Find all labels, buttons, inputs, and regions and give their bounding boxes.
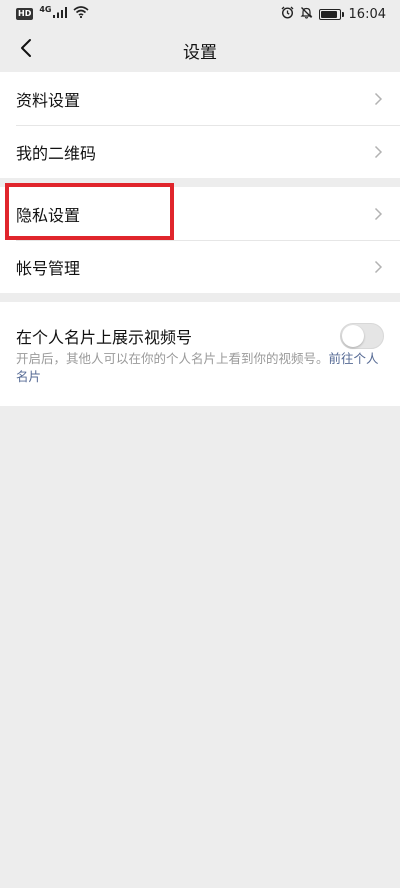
wifi-icon	[73, 6, 90, 22]
battery-icon	[318, 8, 344, 20]
page-title: 设置	[183, 42, 217, 63]
video-channel-label: 在个人名片上展示视频号	[16, 328, 193, 347]
settings-group-profile: 资料设置 我的二维码	[0, 72, 400, 178]
account-management-item[interactable]: 帐号管理	[0, 240, 400, 293]
back-chevron-icon	[20, 38, 32, 62]
alarm-icon	[281, 6, 294, 23]
chevron-right-icon	[374, 206, 384, 222]
hd-badge: HD	[16, 8, 34, 20]
video-channel-toggle[interactable]	[340, 323, 384, 349]
signal-icon	[53, 6, 68, 22]
profile-settings-item[interactable]: 资料设置	[0, 72, 400, 125]
status-time: 16:04	[348, 6, 386, 22]
video-channel-description: 开启后，其他人可以在你的个人名片上看到你的视频号。前往个人名片	[0, 350, 400, 386]
battery-level	[320, 10, 337, 18]
account-management-label: 帐号管理	[16, 258, 81, 278]
status-right: 16:04	[281, 6, 386, 23]
video-channel-group: 在个人名片上展示视频号 开启后，其他人可以在你的个人名片上看到你的视频号。前往个…	[0, 302, 400, 406]
back-button[interactable]	[10, 34, 42, 66]
chevron-right-icon	[374, 144, 384, 160]
mute-icon	[300, 6, 313, 23]
profile-settings-label: 资料设置	[16, 90, 81, 110]
chevron-right-icon	[374, 259, 384, 275]
toggle-knob	[342, 325, 364, 347]
settings-group-account: 隐私设置 帐号管理	[0, 187, 400, 293]
status-bar: HD 4G 16:04	[0, 0, 400, 28]
video-channel-toggle-row: 在个人名片上展示视频号	[0, 302, 400, 356]
status-left: HD 4G	[16, 4, 90, 22]
network-type: 4G	[39, 4, 52, 14]
chevron-right-icon	[374, 91, 384, 107]
privacy-settings-item[interactable]: 隐私设置	[0, 187, 400, 240]
video-channel-description-text: 开启后，其他人可以在你的个人名片上看到你的视频号。	[16, 351, 329, 366]
privacy-settings-label: 隐私设置	[16, 205, 81, 225]
nav-bar: 设置	[0, 28, 400, 72]
my-qrcode-item[interactable]: 我的二维码	[0, 125, 400, 178]
my-qrcode-label: 我的二维码	[16, 143, 97, 163]
